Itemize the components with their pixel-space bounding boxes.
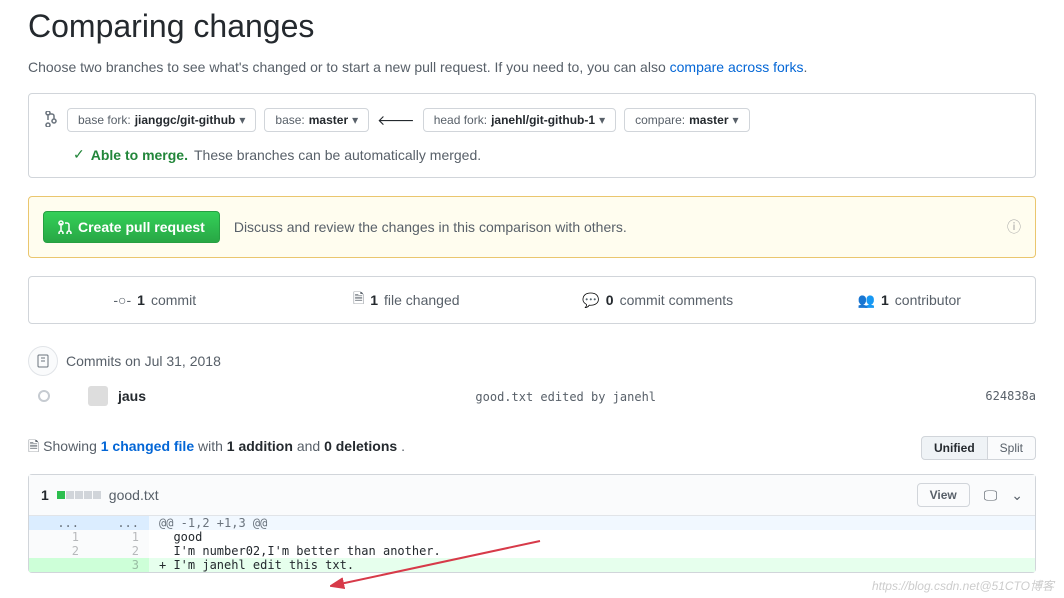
period2: . [401, 438, 405, 454]
code-line: 1 1 good [29, 530, 1035, 544]
changes-bar: 🗎 Showing 1 changed file with 1 addition… [28, 436, 1036, 460]
compare-dropdown[interactable]: compare: master ▾ [624, 108, 749, 132]
diffstat [57, 491, 101, 499]
caret-icon: ▾ [599, 113, 605, 127]
subtitle-text: Choose two branches to see what's change… [28, 59, 670, 75]
timeline-dot [38, 390, 50, 402]
hunk-header: @@ -1,2 +1,3 @@ [149, 516, 1035, 530]
line-new: 2 [89, 544, 149, 558]
file-header: 1 good.txt View 🖵 ⌄ [29, 475, 1035, 516]
branch-row: base fork: jianggc/git-github ▾ base: ma… [43, 108, 1021, 132]
line-old: 1 [29, 530, 89, 544]
merge-status: ✓ Able to merge. These branches can be a… [43, 146, 1021, 163]
base-fork-label: base fork: [78, 113, 131, 127]
avatar[interactable] [88, 386, 108, 406]
head-fork-label: head fork: [434, 113, 487, 127]
code-table: ...... @@ -1,2 +1,3 @@ 1 1 good 2 2 I'm … [29, 516, 1035, 572]
compare-forks-link[interactable]: compare across forks [670, 59, 804, 75]
files-label: file changed [384, 292, 460, 308]
comment-icon: 💬 [582, 292, 599, 309]
compare-icon [43, 111, 59, 130]
line-code: + I'm janehl edit this txt. [149, 558, 1035, 572]
commits-date-header: Commits on Jul 31, 2018 [28, 342, 1036, 380]
with: with [198, 438, 227, 454]
compare-value: master [689, 113, 728, 127]
base-value: master [309, 113, 348, 127]
head-fork-value: janehl/git-github-1 [491, 113, 595, 127]
line-code: I'm number02,I'm better than another. [149, 544, 1035, 558]
and: and [297, 438, 324, 454]
file-icon: 🗎 [353, 288, 364, 312]
pr-box: Create pull request Discuss and review t… [28, 196, 1036, 258]
tabnav: -○- 1 commit 🗎 1 file changed 💬 0 commit… [28, 276, 1036, 324]
commit-author[interactable]: jaus [118, 388, 146, 404]
able-to-merge: Able to merge. [91, 147, 188, 163]
commit-message[interactable]: good.txt edited by janehl [475, 390, 656, 404]
base-label: base: [275, 113, 304, 127]
file-diff-count: 1 [41, 487, 49, 503]
unified-button[interactable]: Unified [921, 436, 988, 460]
base-dropdown[interactable]: base: master ▾ [264, 108, 369, 132]
line-new: 3 [89, 558, 149, 572]
diff-view-toggle: Unified Split [921, 436, 1036, 460]
tab-comments[interactable]: 💬 0 commit comments [532, 277, 784, 323]
line-new: 1 [89, 530, 149, 544]
commits-count: 1 [137, 292, 145, 308]
contrib-count: 1 [881, 292, 889, 308]
tab-commits[interactable]: -○- 1 commit [29, 277, 281, 323]
desktop-icon[interactable]: 🖵 [984, 487, 998, 504]
file-name[interactable]: good.txt [109, 487, 159, 503]
tab-files[interactable]: 🗎 1 file changed [281, 277, 533, 323]
merge-detail: These branches can be automatically merg… [194, 147, 481, 163]
create-pr-label: Create pull request [78, 219, 205, 235]
check-icon: ✓ [73, 146, 85, 163]
page-title: Comparing changes [28, 8, 1036, 45]
file-diff-icon: 🗎 [28, 438, 39, 454]
comments-label: commit comments [620, 292, 734, 308]
arrow-left-icon: 🡐 [377, 112, 415, 129]
hunk-row: ...... @@ -1,2 +1,3 @@ [29, 516, 1035, 530]
git-pr-icon [58, 220, 72, 234]
base-fork-dropdown[interactable]: base fork: jianggc/git-github ▾ [67, 108, 256, 132]
commit-sha[interactable]: 624838a [985, 389, 1036, 403]
compare-box: base fork: jianggc/git-github ▾ base: ma… [28, 93, 1036, 178]
page-subtitle: Choose two branches to see what's change… [28, 59, 1036, 75]
line-old: 2 [29, 544, 89, 558]
file-box: 1 good.txt View 🖵 ⌄ ...... @@ -1,2 +1,3 … [28, 474, 1036, 573]
help-icon[interactable]: ⓘ [1007, 217, 1021, 237]
files-count: 1 [370, 292, 378, 308]
line-old [29, 558, 89, 572]
commits-date: Commits on Jul 31, 2018 [66, 353, 221, 369]
view-button[interactable]: View [917, 483, 970, 507]
chevron-down-icon[interactable]: ⌄ [1011, 487, 1023, 504]
base-fork-value: jianggc/git-github [135, 113, 236, 127]
period: . [803, 59, 807, 75]
compare-label: compare: [635, 113, 685, 127]
code-line-added: 3 + I'm janehl edit this txt. [29, 558, 1035, 572]
tab-contributors[interactable]: 👥 1 contributor [784, 277, 1036, 323]
comments-count: 0 [606, 292, 614, 308]
showing: Showing [43, 438, 101, 454]
caret-icon: ▾ [732, 113, 738, 127]
commits-label: commit [151, 292, 196, 308]
people-icon: 👥 [858, 292, 875, 309]
contrib-label: contributor [895, 292, 961, 308]
changes-summary: 🗎 Showing 1 changed file with 1 addition… [28, 436, 405, 460]
code-line: 2 2 I'm number02,I'm better than another… [29, 544, 1035, 558]
line-code: good [149, 530, 1035, 544]
commit-row: jaus good.txt edited by janehl 624838a [28, 380, 1036, 412]
deletions: 0 deletions [324, 438, 397, 454]
create-pr-button[interactable]: Create pull request [43, 211, 220, 243]
commit-badge-icon [28, 346, 58, 376]
caret-icon: ▾ [239, 113, 245, 127]
watermark: https://blog.csdn.net@51CTO博客 [872, 577, 1054, 594]
split-button[interactable]: Split [988, 436, 1036, 460]
caret-icon: ▾ [352, 113, 358, 127]
changed-files-link[interactable]: 1 changed file [101, 438, 194, 454]
pr-helper-text: Discuss and review the changes in this c… [234, 219, 627, 235]
commit-icon: -○- [113, 292, 131, 308]
head-fork-dropdown[interactable]: head fork: janehl/git-github-1 ▾ [423, 108, 616, 132]
additions: 1 addition [227, 438, 293, 454]
